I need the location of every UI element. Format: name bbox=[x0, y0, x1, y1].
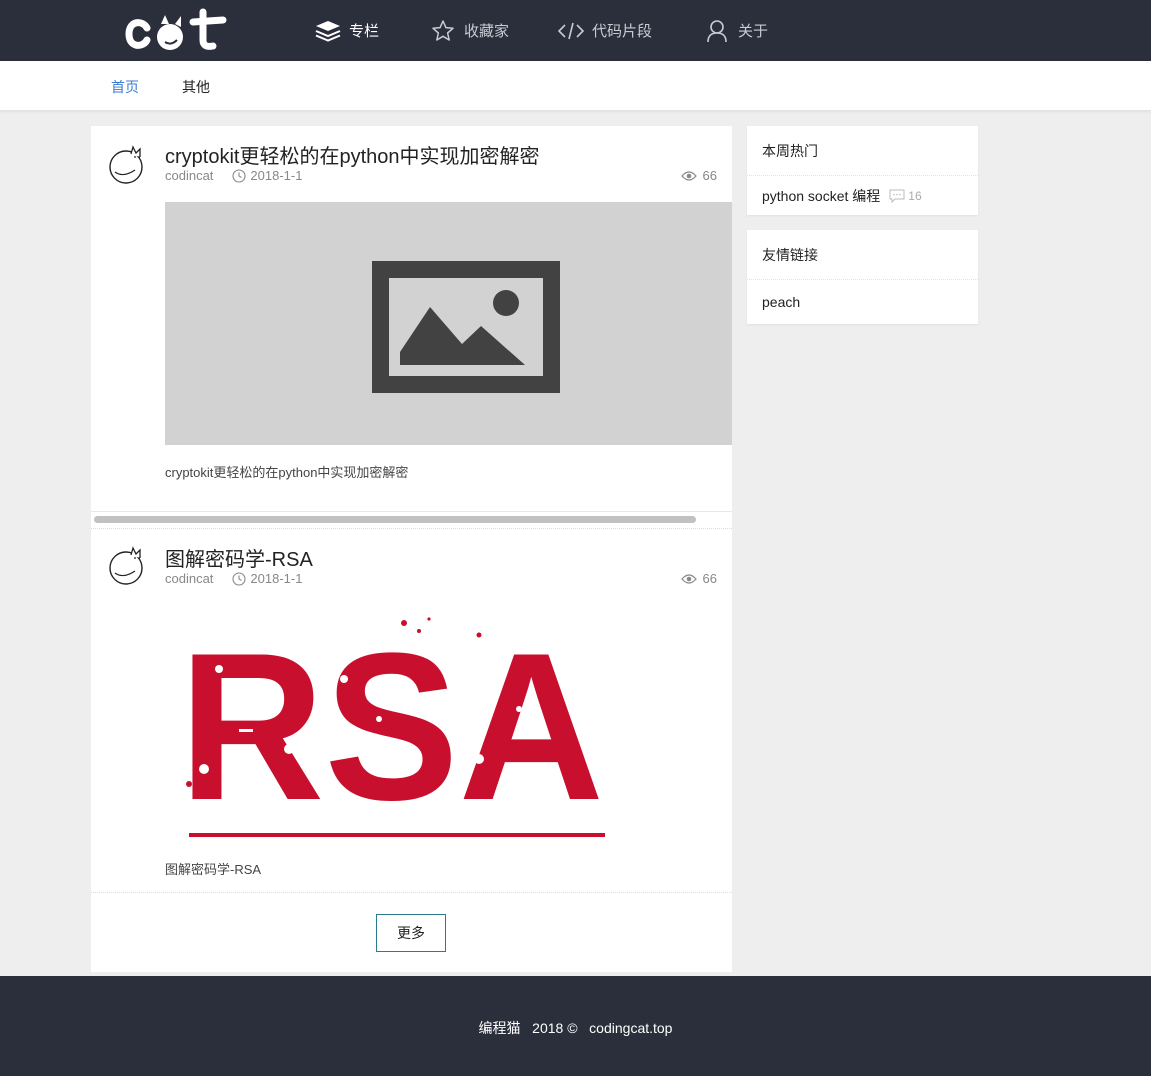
layers-icon bbox=[314, 19, 342, 43]
comment-count: 16 bbox=[889, 188, 922, 203]
subnav-item-other[interactable]: 其他 bbox=[182, 77, 210, 97]
cat-avatar-icon bbox=[109, 546, 143, 585]
nav-item-snippets[interactable]: 代码片段 bbox=[557, 0, 652, 61]
subnav-item-home[interactable]: 首页 bbox=[111, 77, 139, 97]
hot-item[interactable]: python socket 编程 16 bbox=[747, 176, 978, 215]
post-author[interactable]: codincat bbox=[165, 168, 213, 183]
post-meta: codincat 2018-1-1 bbox=[165, 571, 302, 586]
view-count: 66 bbox=[680, 571, 717, 586]
horizontal-scrollbar[interactable] bbox=[91, 511, 732, 529]
friend-links-title: 友情链接 bbox=[747, 230, 978, 280]
post-title[interactable]: 图解密码学-RSA bbox=[165, 543, 313, 572]
nav-item-about[interactable]: 关于 bbox=[703, 0, 768, 61]
comment-count-value: 16 bbox=[908, 188, 922, 203]
nav-label: 代码片段 bbox=[592, 23, 653, 40]
clock-icon bbox=[232, 571, 246, 586]
clock-icon bbox=[232, 168, 246, 183]
more-button[interactable]: 更多 bbox=[376, 914, 446, 952]
footer-text: 编程猫 2018 © codingcat.top bbox=[478, 1020, 673, 1036]
rsa-logo-text: RSA bbox=[179, 609, 604, 839]
post-excerpt: 图解密码学-RSA bbox=[165, 862, 262, 877]
avatar[interactable] bbox=[107, 144, 147, 184]
view-count-value: 66 bbox=[702, 168, 717, 183]
post-card: 图解密码学-RSA codincat 2018-1-1 66 RSA 图解密码学… bbox=[91, 529, 732, 972]
top-navbar: cat 专栏 收藏家 bbox=[0, 0, 1151, 61]
eye-icon bbox=[680, 573, 697, 584]
post-excerpt: cryptokit更轻松的在python中实现加密解密 bbox=[165, 465, 409, 480]
placeholder-image[interactable] bbox=[165, 202, 732, 445]
post-date-wrap: 2018-1-1 bbox=[232, 168, 302, 183]
code-icon bbox=[557, 19, 585, 43]
post-card: cryptokit更轻松的在python中实现加密解密 codincat 201… bbox=[91, 126, 732, 511]
friend-links-box: 友情链接 peach bbox=[747, 230, 978, 324]
star-icon bbox=[429, 19, 457, 43]
view-count: 66 bbox=[680, 168, 717, 183]
nav-label: 收藏家 bbox=[464, 23, 510, 40]
post-date-wrap: 2018-1-1 bbox=[232, 571, 302, 586]
post-author[interactable]: codincat bbox=[165, 571, 213, 586]
main-nav: 专栏 收藏家 代码片段 关于 bbox=[314, 0, 768, 61]
eye-icon bbox=[680, 170, 697, 181]
post-list: cryptokit更轻松的在python中实现加密解密 codincat 201… bbox=[91, 126, 732, 972]
friend-link-item[interactable]: peach bbox=[747, 280, 978, 324]
site-logo[interactable]: cat bbox=[125, 6, 227, 54]
post-title[interactable]: cryptokit更轻松的在python中实现加密解密 bbox=[165, 140, 540, 169]
user-icon bbox=[703, 19, 731, 43]
avatar[interactable] bbox=[107, 545, 147, 585]
post-date: 2018-1-1 bbox=[250, 571, 303, 586]
hot-item-label[interactable]: python socket 编程 bbox=[762, 186, 880, 206]
footer: 编程猫 2018 © codingcat.top bbox=[0, 976, 1151, 1076]
sidebar: 本周热门 python socket 编程 16 友情链接 peach bbox=[747, 126, 978, 339]
post-date: 2018-1-1 bbox=[250, 168, 303, 183]
post-meta: codincat 2018-1-1 bbox=[165, 168, 302, 183]
sub-nav: 首页 其他 bbox=[0, 61, 1151, 111]
more-row: 更多 bbox=[91, 892, 732, 972]
comment-icon bbox=[889, 189, 905, 203]
cat-logo-icon bbox=[125, 8, 227, 50]
nav-item-columns[interactable]: 专栏 bbox=[314, 0, 379, 61]
scrollbar-thumb[interactable] bbox=[94, 516, 696, 523]
nav-item-collectors[interactable]: 收藏家 bbox=[429, 0, 509, 61]
view-count-value: 66 bbox=[702, 571, 717, 586]
image-icon bbox=[372, 261, 560, 393]
cat-avatar-icon bbox=[109, 145, 143, 184]
nav-label: 专栏 bbox=[349, 23, 380, 40]
rsa-logo-image[interactable]: RSA bbox=[179, 609, 609, 844]
hot-this-week-title: 本周热门 bbox=[747, 126, 978, 176]
nav-label: 关于 bbox=[738, 23, 769, 40]
hot-this-week-box: 本周热门 python socket 编程 16 bbox=[747, 126, 978, 215]
